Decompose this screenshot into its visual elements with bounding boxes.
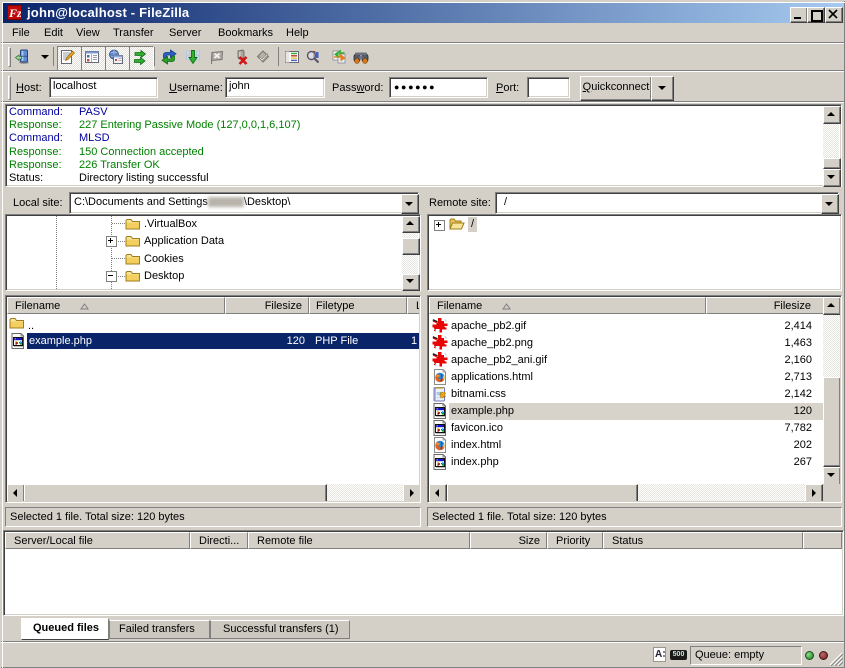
svg-text:Fz: Fz [8, 6, 21, 19]
